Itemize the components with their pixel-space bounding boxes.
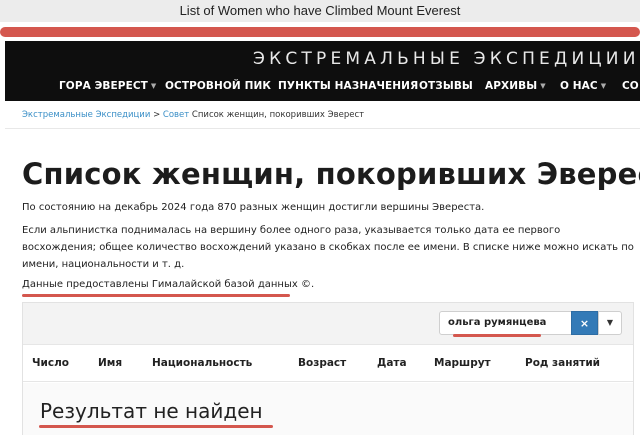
site-title[interactable]: ЭКСТРЕМАЛЬНЫЕ ЭКСПЕДИЦИИ [253, 49, 640, 69]
column-header-number[interactable]: Число [32, 357, 69, 369]
dropdown-toggle-button[interactable]: ▼ [598, 311, 622, 335]
column-header-name[interactable]: Имя [98, 357, 122, 369]
nav-item-label: ГОРА ЭВЕРЕСТ [59, 80, 148, 92]
breadcrumb-link-home[interactable]: Экстремальные Экспедиции [22, 110, 150, 120]
table-header: Число Имя Национальность Возраст Дата Ма… [23, 346, 633, 382]
nav-item-co[interactable]: СО [622, 80, 639, 92]
column-header-route[interactable]: Маршрут [434, 357, 491, 369]
nav-item-label: ОСТРОВНОЙ ПИК [165, 80, 272, 92]
breadcrumb: Экстремальные Экспедиции > Совет Список … [5, 101, 640, 129]
no-results-message: Результат не найден [40, 399, 263, 423]
browser-page-title: List of Women who have Climbed Mount Eve… [0, 0, 640, 22]
highlight-underline [453, 334, 541, 337]
nav-item-island-peak[interactable]: ОСТРОВНОЙ ПИК [165, 80, 271, 92]
intro-paragraph: По состоянию на декабрь 2024 года 870 ра… [22, 202, 485, 213]
nav-item-label: ОТЗЫВЫ [419, 80, 473, 92]
nav-item-reviews[interactable]: ОТЗЫВЫ [419, 80, 473, 92]
column-header-age[interactable]: Возраст [298, 357, 346, 369]
column-header-occupation[interactable]: Род занятий [525, 357, 600, 369]
nav-item-label: ПУНКТЫ НАЗНАЧЕНИЯ [278, 80, 419, 92]
nav-item-label: АРХИВЫ [485, 80, 538, 92]
nav-item-about[interactable]: О НАС ▼ [560, 80, 606, 92]
main-nav: ГОРА ЭВЕРЕСТ ▼ ОСТРОВНОЙ ПИК ПУНКТЫ НАЗНА… [5, 73, 640, 101]
clear-search-button[interactable]: × [571, 311, 598, 335]
highlight-underline [39, 425, 273, 428]
breadcrumb-separator: > [153, 110, 161, 120]
column-header-nationality[interactable]: Национальность [152, 357, 252, 369]
page-title: Список женщин, покоривших Эверест [22, 157, 640, 191]
chevron-down-icon: ▼ [150, 82, 157, 90]
column-header-date[interactable]: Дата [377, 357, 407, 369]
data-source-note: Данные предоставлены Гималайской базой д… [22, 279, 315, 290]
table-toolbar: ольга румянцева × ▼ [23, 303, 633, 345]
chevron-down-icon: ▼ [540, 82, 546, 90]
description-paragraph: Если альпинистка поднималась на вершину … [22, 225, 634, 270]
breadcrumb-link-advice[interactable]: Совет [163, 110, 189, 120]
site-header: ЭКСТРЕМАЛЬНЫЕ ЭКСПЕДИЦИИ ГОРА ЭВЕРЕСТ ▼ О… [5, 41, 640, 101]
nav-item-everest[interactable]: ГОРА ЭВЕРЕСТ ▼ [59, 80, 156, 92]
search-input[interactable]: ольга румянцева [439, 311, 572, 335]
nav-item-destinations[interactable]: ПУНКТЫ НАЗНАЧЕНИЯ [278, 80, 418, 92]
highlight-bar [0, 27, 640, 37]
highlight-underline [22, 294, 290, 297]
breadcrumb-current: Список женщин, покоривших Эверест [191, 110, 365, 120]
nav-item-label: О НАС [560, 80, 598, 92]
chevron-down-icon: ▼ [600, 82, 607, 90]
women-table: ольга румянцева × ▼ Число Имя Национальн… [22, 302, 634, 435]
nav-item-archives[interactable]: АРХИВЫ ▼ [485, 80, 546, 92]
nav-item-label: СО [622, 80, 639, 92]
